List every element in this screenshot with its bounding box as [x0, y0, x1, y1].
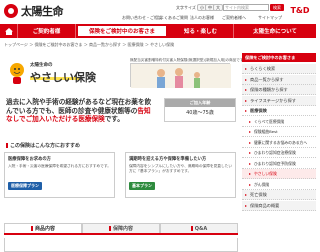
sidebar-header: 保険をご検討中のお客さま: [242, 53, 316, 62]
site-header: 太陽生命 文字サイズ 小 中 大 サイト内検索 検索 T&D お問い合わせ・ご相…: [0, 0, 316, 24]
faq-link[interactable]: よくあるご質問: [160, 15, 188, 21]
font-size-large-button[interactable]: 大: [213, 4, 223, 11]
recommend-title: この保険はこんな方におすすめ: [6, 142, 80, 149]
product-hero: 太陽生命の やさしい保険 無配当災害割増特約付災害入院保険(無選択型)[新規加入…: [4, 53, 243, 93]
sidebar-item[interactable]: 商品一覧から探す: [242, 74, 316, 85]
tab-marker-icon: [30, 226, 33, 231]
catch-copy: 過去に入院や手術の経験があるなど現在お薬を飲んでいる方でも、医師の診査や健康状態…: [6, 98, 152, 123]
sidebar-item[interactable]: ひまわり認知症予防保険: [242, 158, 316, 169]
plan-card-basic: 満期時を迎える方や保障を準備したい方 保障内容をシンプルにしたい方や、満期時の保…: [125, 152, 236, 198]
gnav-item-subscribers[interactable]: ご契約者様: [18, 24, 76, 38]
subscriber-link[interactable]: ご契約者様へ: [222, 15, 246, 21]
home-nav-button[interactable]: [0, 24, 18, 38]
recommend-section: この保険はこんな方におすすめ 医療保障をお求めの方 入院・手術・災害の医療保障を…: [4, 142, 238, 202]
gnav-item-considering[interactable]: 保険をご検討中のお客さま: [76, 24, 168, 38]
sitemap-link[interactable]: サイトマップ: [258, 15, 282, 21]
hero-image: [130, 63, 231, 88]
tab-coverage[interactable]: 保障内容: [82, 223, 160, 233]
sidebar-item[interactable]: くらべて医療保険: [242, 116, 316, 127]
global-nav: ご契約者様 保険をご検討中のお客さま 知る・楽しむ 太陽生命について: [0, 24, 316, 38]
sidebar-item[interactable]: 保険商品の概要: [242, 200, 316, 211]
content-tabs: 商品内容 保障内容 Q&A: [4, 223, 238, 235]
age-value: 40歳〜75歳: [186, 110, 214, 116]
corporate-link[interactable]: 法人のお客様: [190, 15, 214, 21]
group-logo[interactable]: T&D: [288, 3, 312, 19]
product-title: やさしい保険: [30, 71, 96, 84]
gnav-item-about[interactable]: 太陽生命について: [234, 24, 316, 38]
sidebar-item[interactable]: 保険組曲Best: [242, 127, 316, 137]
age-box: ご加入年齢 40歳〜75歳: [164, 98, 236, 122]
sun-character-icon: [10, 63, 24, 84]
sidebar: 保険をご検討中のお客さま らくらく検索 商品一覧から探す 保険の種類から探す ライフス…: [242, 53, 316, 252]
home-icon: [4, 27, 13, 35]
search-input[interactable]: サイト内検索: [223, 4, 269, 11]
family-illustration-icon: [131, 64, 231, 88]
sidebar-item[interactable]: 保険の種類から探す: [242, 85, 316, 95]
tab-qa[interactable]: Q&A: [160, 223, 238, 233]
tab-product[interactable]: 商品内容: [4, 223, 82, 233]
sidebar-item[interactable]: 健康に関するお悩みのある方へ: [242, 137, 316, 148]
sidebar-item[interactable]: 死亡保険: [242, 190, 316, 200]
medical-plan-button[interactable]: 医療保障プラン: [8, 182, 42, 190]
plan-card-body: 入院・手術・災害の医療保障を希望される方におすすめです。: [8, 164, 111, 168]
contact-link[interactable]: お問い合わせ・ご相談: [122, 15, 162, 21]
tab-panel: [4, 238, 238, 252]
gnav-item-learn[interactable]: 知る・楽しむ: [168, 24, 234, 38]
plan-card-body: 保障内容をシンプルにしたい方や、満期時の保障を見直したい方に「基本プラン」がおす…: [129, 164, 233, 173]
plan-card-heading: 満期時を迎える方や保障を準備したい方: [129, 157, 207, 162]
breadcrumb[interactable]: トップページ ＞ 保険をご検討中のお客さま ＞ 商品一覧から探す ＞ 医療保険 …: [4, 42, 174, 48]
basic-plan-button[interactable]: 基本プラン: [129, 182, 155, 190]
tab-marker-icon: [190, 226, 193, 231]
sidebar-item[interactable]: やさしい保険: [242, 169, 316, 179]
font-size-label: 文字サイズ: [176, 5, 196, 10]
catch-copy-section: 過去に入院や手術の経験があるなど現在お薬を飲んでいる方でも、医師の診査や健康状態…: [4, 95, 238, 132]
sidebar-item[interactable]: 医療保険: [242, 106, 316, 116]
brand-name: 太陽生命: [21, 5, 64, 18]
sidebar-item[interactable]: がん保険: [242, 179, 316, 190]
plan-card-heading: 医療保障をお求めの方: [8, 157, 51, 162]
plan-card-medical: 医療保障をお求めの方 入院・手術・災害の医療保障を希望される方におすすめです。 …: [4, 152, 115, 198]
logo-mark-icon: [4, 4, 18, 18]
sidebar-item[interactable]: ひまわり認知症治療保険: [242, 148, 316, 158]
search-button[interactable]: 検索: [270, 4, 284, 11]
tab-marker-icon: [108, 226, 111, 231]
site-logo[interactable]: 太陽生命: [4, 3, 94, 19]
sidebar-item[interactable]: らくらく検索: [242, 64, 316, 74]
product-corp-label: 太陽生命の: [30, 63, 53, 68]
sidebar-item[interactable]: ライフステージから探す: [242, 95, 316, 106]
age-header: ご加入年齢: [165, 99, 235, 107]
main-content: 太陽生命の やさしい保険 無配当災害割増特約付災害入院保険(無選択型)[新規加入…: [4, 53, 243, 252]
